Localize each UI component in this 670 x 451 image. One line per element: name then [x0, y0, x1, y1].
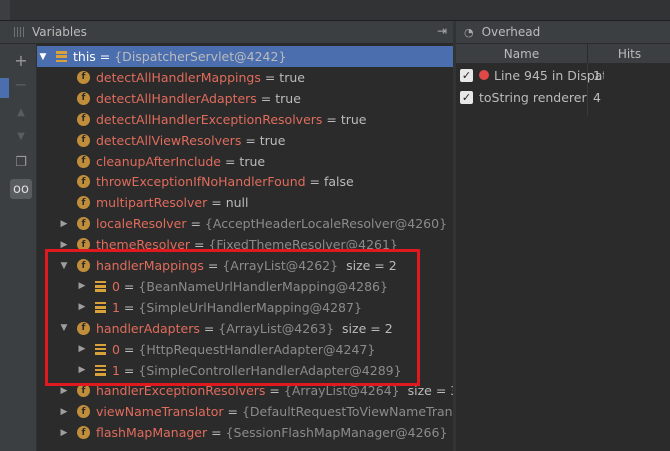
- field-icon: f: [77, 175, 90, 189]
- left-nub: [0, 0, 10, 20]
- equals-sign: =: [186, 216, 205, 232]
- field-icon: f: [77, 426, 90, 440]
- col-divider[interactable]: [587, 44, 588, 63]
- var-name: flashMapManager: [96, 425, 208, 441]
- var-value: {SessionFlashMapManager@4266}: [225, 425, 448, 441]
- enabled-checkbox[interactable]: ✓: [460, 90, 473, 104]
- expand-right-icon[interactable]: ▶: [59, 407, 69, 417]
- field-icon: f: [77, 133, 90, 147]
- var-value: true: [275, 90, 301, 106]
- equals-sign: =: [221, 153, 240, 169]
- move-down-icon[interactable]: ▼: [10, 126, 32, 146]
- col-hits-header[interactable]: Hits: [589, 47, 670, 61]
- equals-sign: =: [305, 174, 324, 190]
- equals-sign: =: [241, 132, 260, 148]
- tree-row[interactable]: f cleanupAfterInclude = true: [37, 151, 453, 172]
- tree-row[interactable]: f detectAllHandlerExceptionResolvers = tr…: [37, 109, 453, 130]
- variables-tree: ▼ this = {DispatcherServlet@4242} f detectA…: [37, 44, 453, 451]
- var-name: detectAllHandlerExceptionResolvers: [96, 111, 323, 127]
- expand-down-icon[interactable]: ▼: [38, 52, 48, 62]
- var-value: true: [340, 111, 367, 127]
- field-icon: f: [77, 384, 90, 398]
- list-icon: [56, 51, 67, 62]
- overhead-title: Overhead: [481, 25, 541, 39]
- var-value: {DispatcherServlet@4242}: [114, 49, 287, 64]
- tree-row[interactable]: ▶ f viewNameTranslator = {DefaultRequestTo…: [37, 401, 453, 422]
- tree-row[interactable]: f detectAllHandlerMappings = true: [37, 67, 453, 88]
- move-up-icon[interactable]: ▲: [10, 102, 32, 122]
- var-value: true: [239, 153, 266, 169]
- variables-title: Variables: [32, 25, 87, 39]
- overhead-row-hits: 1: [593, 67, 601, 83]
- var-name: localeResolver: [96, 216, 187, 232]
- var-name: throwExceptionIfNoHandlerFound: [96, 174, 306, 190]
- tree-row[interactable]: ▶ f flashMapManager = {SessionFlashMapMana…: [37, 422, 453, 443]
- var-name: viewNameTranslator: [96, 404, 224, 420]
- var-value: true: [279, 69, 305, 85]
- annotation-box: [45, 249, 420, 386]
- equals-sign: =: [207, 425, 226, 441]
- pin-icon[interactable]: ⇥: [437, 24, 447, 38]
- gauge-icon: ◔: [464, 25, 474, 39]
- top-strip: [0, 0, 670, 21]
- equals-sign: =: [322, 111, 341, 127]
- copy-icon[interactable]: ❐: [10, 152, 32, 172]
- overhead-row-hits: 4: [593, 89, 601, 105]
- overhead-row-name: Line 945 in DispatcherServlet: [494, 67, 604, 83]
- equals-sign: =: [256, 90, 276, 106]
- var-value: null: [225, 195, 249, 211]
- expand-right-icon[interactable]: ▶: [59, 219, 69, 229]
- var-name: multipartResolver: [96, 195, 208, 211]
- equals-sign: =: [260, 69, 280, 85]
- var-name: this: [73, 49, 96, 64]
- overhead-header: ◔ Overhead: [456, 21, 670, 44]
- breakpoint-icon: [479, 70, 489, 80]
- var-value: true: [259, 132, 286, 148]
- var-value: false: [323, 174, 354, 190]
- overhead-row[interactable]: ✓ Line 945 in DispatcherServlet 1: [456, 64, 670, 86]
- col-name-header[interactable]: Name: [456, 47, 587, 61]
- field-icon: f: [77, 196, 90, 210]
- expand-right-icon[interactable]: ▶: [59, 428, 69, 438]
- field-icon: f: [77, 91, 90, 105]
- tree-row[interactable]: f detectAllHandlerAdapters = true: [37, 88, 453, 109]
- tree-row[interactable]: f throwExceptionIfNoHandlerFound = false: [37, 171, 453, 192]
- remove-watch-icon[interactable]: −: [10, 74, 32, 94]
- tree-row[interactable]: f detectAllViewResolvers = true: [37, 130, 453, 151]
- field-icon: f: [77, 154, 90, 168]
- equals-sign: =: [207, 195, 226, 211]
- overhead-table-header: Name Hits: [456, 44, 670, 64]
- frame-selection-marker: [0, 78, 9, 98]
- overhead-panel: Name Hits ✓ Line 945 in DispatcherServle…: [456, 44, 670, 451]
- var-name: detectAllHandlerMappings: [96, 69, 261, 85]
- var-name: detectAllViewResolvers: [96, 132, 242, 148]
- tree-row[interactable]: ▼ this = {DispatcherServlet@4242}: [37, 46, 453, 67]
- field-icon: f: [77, 217, 90, 231]
- glasses-icon[interactable]: oo: [10, 179, 32, 199]
- tree-row[interactable]: f multipartResolver = null: [37, 192, 453, 213]
- field-icon: f: [77, 70, 90, 84]
- expand-right-icon[interactable]: ▶: [59, 386, 69, 396]
- field-icon: f: [77, 112, 90, 126]
- var-name: detectAllHandlerAdapters: [96, 90, 257, 106]
- overhead-row[interactable]: ✓ toString renderer 4: [456, 86, 670, 108]
- grip-icon[interactable]: [14, 27, 24, 37]
- variables-header: Variables ⇥: [0, 21, 453, 44]
- var-value: {DefaultRequestToViewNameTranslator: [241, 404, 453, 420]
- equals-sign: =: [223, 404, 242, 420]
- tree-row[interactable]: ▶ f localeResolver = {AcceptHeaderLocaleRe…: [37, 213, 453, 234]
- var-name: cleanupAfterInclude: [96, 153, 221, 169]
- var-value: {AcceptHeaderLocaleResolver@4260}: [204, 216, 448, 232]
- equals-sign: =: [95, 49, 115, 64]
- overhead-row-name: toString renderer: [479, 89, 587, 105]
- add-watch-icon[interactable]: +: [10, 50, 32, 70]
- field-icon: f: [77, 405, 90, 419]
- enabled-checkbox[interactable]: ✓: [460, 68, 473, 82]
